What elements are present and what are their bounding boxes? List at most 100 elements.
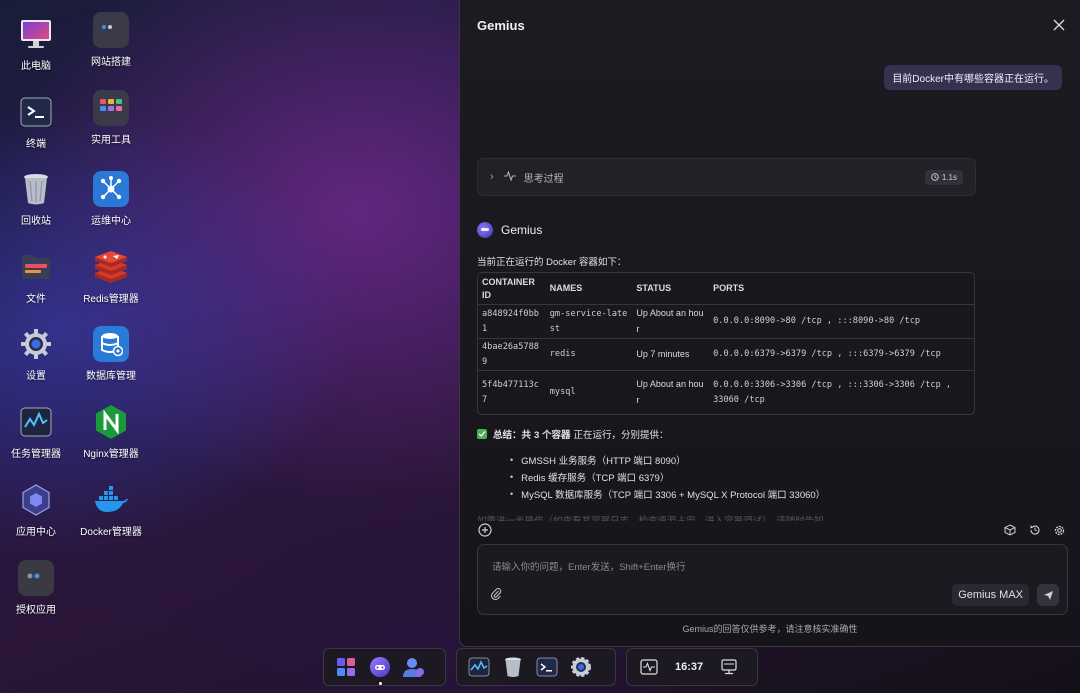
desktop-icon-task-manager[interactable]: 任务管理器	[0, 404, 75, 460]
chat-toolbar	[477, 520, 1067, 540]
desktop-icon-docker[interactable]: Docker管理器	[72, 482, 150, 538]
gemius-avatar-icon	[477, 222, 493, 238]
desktop-icon-redis[interactable]: Redis管理器	[72, 249, 150, 305]
desktop-icon-label: 回收站	[21, 216, 51, 227]
gear-icon	[18, 326, 54, 362]
container-name-cell: mysql	[549, 387, 576, 398]
terminal-icon	[18, 94, 54, 130]
trash-taskbar-button[interactable]	[501, 655, 525, 679]
active-indicator	[378, 682, 382, 685]
container-name-cell: gm-service-latest	[549, 308, 628, 334]
tools-icon	[93, 90, 129, 126]
desktop-icon-label: 任务管理器	[11, 449, 61, 460]
taskbar-clock: 16:37	[675, 661, 704, 673]
database-icon	[93, 326, 129, 362]
desktop-icon-terminal[interactable]: 终端	[0, 94, 75, 150]
settings-taskbar-button[interactable]	[569, 655, 593, 679]
container-status-cell: Up About an hour	[636, 308, 704, 334]
folder-icon	[18, 249, 54, 285]
desktop-icon-tools[interactable]: 实用工具	[72, 90, 150, 146]
desktop-icon-nginx[interactable]: Nginx管理器	[72, 404, 150, 460]
desktop-icon-label: Nginx管理器	[83, 449, 139, 460]
desktop-icon-label: 应用中心	[16, 527, 56, 538]
terminal-taskbar-button[interactable]	[535, 655, 559, 679]
nginx-icon	[93, 404, 129, 440]
chevron-right-icon: ›	[490, 171, 494, 183]
thinking-process-toggle[interactable]: › 思考过程 1.1s	[477, 158, 976, 196]
summary-suffix: 正在运行，分别提供：	[573, 430, 669, 441]
start-menu-button[interactable]	[334, 655, 358, 679]
gemius-taskbar-button[interactable]	[368, 655, 392, 685]
history-button[interactable]	[1027, 523, 1042, 538]
desktop-icon-database[interactable]: 数据库管理	[72, 326, 150, 382]
monitor-icon	[18, 16, 54, 52]
paperclip-icon	[491, 588, 502, 600]
app-grid-icon	[337, 658, 355, 676]
desktop-icon-authorized-apps[interactable]: 授权应用	[0, 560, 75, 616]
model-box-button[interactable]	[1002, 523, 1017, 538]
table-header-row: CONTAINER ID NAMES STATUS PORTS	[478, 273, 974, 305]
cube-icon	[1004, 524, 1015, 536]
monitor-widget-button[interactable]	[637, 655, 661, 679]
ops-center-icon	[93, 171, 129, 207]
taskbar-group-system: 16:37	[626, 648, 758, 686]
desktop-icon-label: 终端	[26, 139, 46, 150]
new-chat-button[interactable]	[477, 523, 492, 538]
list-item: MySQL 数据库服务（TCP 端口 3306 + MySQL X Protoc…	[510, 485, 825, 502]
bot-name: Gemius	[501, 223, 543, 237]
summary-prefix: 总结：共	[493, 430, 532, 441]
desktop-icon-app-center[interactable]: 应用中心	[0, 482, 75, 538]
container-name-cell: redis	[549, 349, 576, 360]
history-icon	[1029, 525, 1040, 535]
taskbar-group-apps	[456, 648, 616, 686]
desktop-toggle-button[interactable]	[717, 655, 741, 679]
desktop-icon-label: 实用工具	[91, 135, 131, 146]
desktop-icon-ops-center[interactable]: 运维中心	[72, 171, 150, 227]
attach-button[interactable]	[490, 587, 502, 605]
user-icon	[403, 658, 424, 677]
website-builder-icon	[93, 12, 129, 48]
send-button[interactable]	[1037, 584, 1059, 606]
desktop-icon-settings[interactable]: 设置	[0, 326, 75, 382]
close-icon	[1053, 19, 1065, 31]
task-manager-icon	[18, 404, 54, 440]
desktop-icon-files[interactable]: 文件	[0, 249, 75, 305]
user-message: 目前Docker中有哪些容器正在运行。	[884, 65, 1062, 90]
container-ports-cell: 0.0.0.0:6379->6379 /tcp , :::6379->6379 …	[713, 349, 941, 360]
checkmark-icon	[477, 429, 487, 439]
container-ports-cell: 0.0.0.0:3306->3306 /tcp , :::3306->3306 …	[713, 379, 952, 405]
container-id-cell: 4bae26a57889	[482, 341, 539, 367]
pulse-icon	[503, 169, 516, 184]
trash-icon	[18, 171, 54, 207]
response-intro: 当前正在运行的 Docker 容器如下：	[477, 257, 627, 268]
container-id-cell: a848924f0bb1	[482, 308, 539, 334]
desktop-icon-label: Redis管理器	[83, 294, 139, 305]
table-row: 4bae26a57889 redis Up 7 minutes 0.0.0.0:…	[478, 339, 974, 371]
clock-icon	[931, 173, 939, 181]
desktop-icon-recycle-bin[interactable]: 回收站	[0, 171, 75, 227]
settings-button[interactable]	[1052, 523, 1067, 538]
duration-badge: 1.1s	[924, 169, 963, 185]
model-selector-button[interactable]: Gemius MAX	[952, 584, 1029, 606]
summary-count: 3 个容器	[534, 430, 571, 441]
desktop-icon-website-builder[interactable]: 网站搭建	[72, 12, 150, 68]
chat-input-box: Gemius MAX	[477, 544, 1068, 615]
account-taskbar-button[interactable]	[402, 655, 426, 679]
table-row: 5f4b477113c7 mysql Up About an hour 0.0.…	[478, 371, 974, 414]
desktop-icon-label: 网站搭建	[91, 57, 131, 68]
containers-table: CONTAINER ID NAMES STATUS PORTS a848924f…	[477, 272, 975, 415]
container-id-cell: 5f4b477113c7	[482, 379, 539, 405]
gear-icon	[571, 657, 591, 677]
close-button[interactable]	[1050, 16, 1068, 34]
redis-icon	[93, 249, 129, 285]
table-header-cell: CONTAINER ID	[482, 276, 535, 300]
thinking-label: 思考过程	[523, 173, 564, 185]
chat-input[interactable]	[492, 559, 1032, 579]
table-header-cell: NAMES	[549, 282, 583, 293]
services-list: GMSSH 业务服务（HTTP 端口 8090） Redis 缓存服务（TCP …	[510, 451, 825, 502]
container-ports-cell: 0.0.0.0:8090->80 /tcp , :::8090->80 /tcp	[713, 316, 921, 327]
task-manager-taskbar-button[interactable]	[467, 655, 491, 679]
desktop-icon-this-pc[interactable]: 此电脑	[0, 16, 75, 72]
table-header-cell: STATUS	[636, 282, 672, 293]
table-row: a848924f0bb1 gm-service-latest Up About …	[478, 305, 974, 339]
